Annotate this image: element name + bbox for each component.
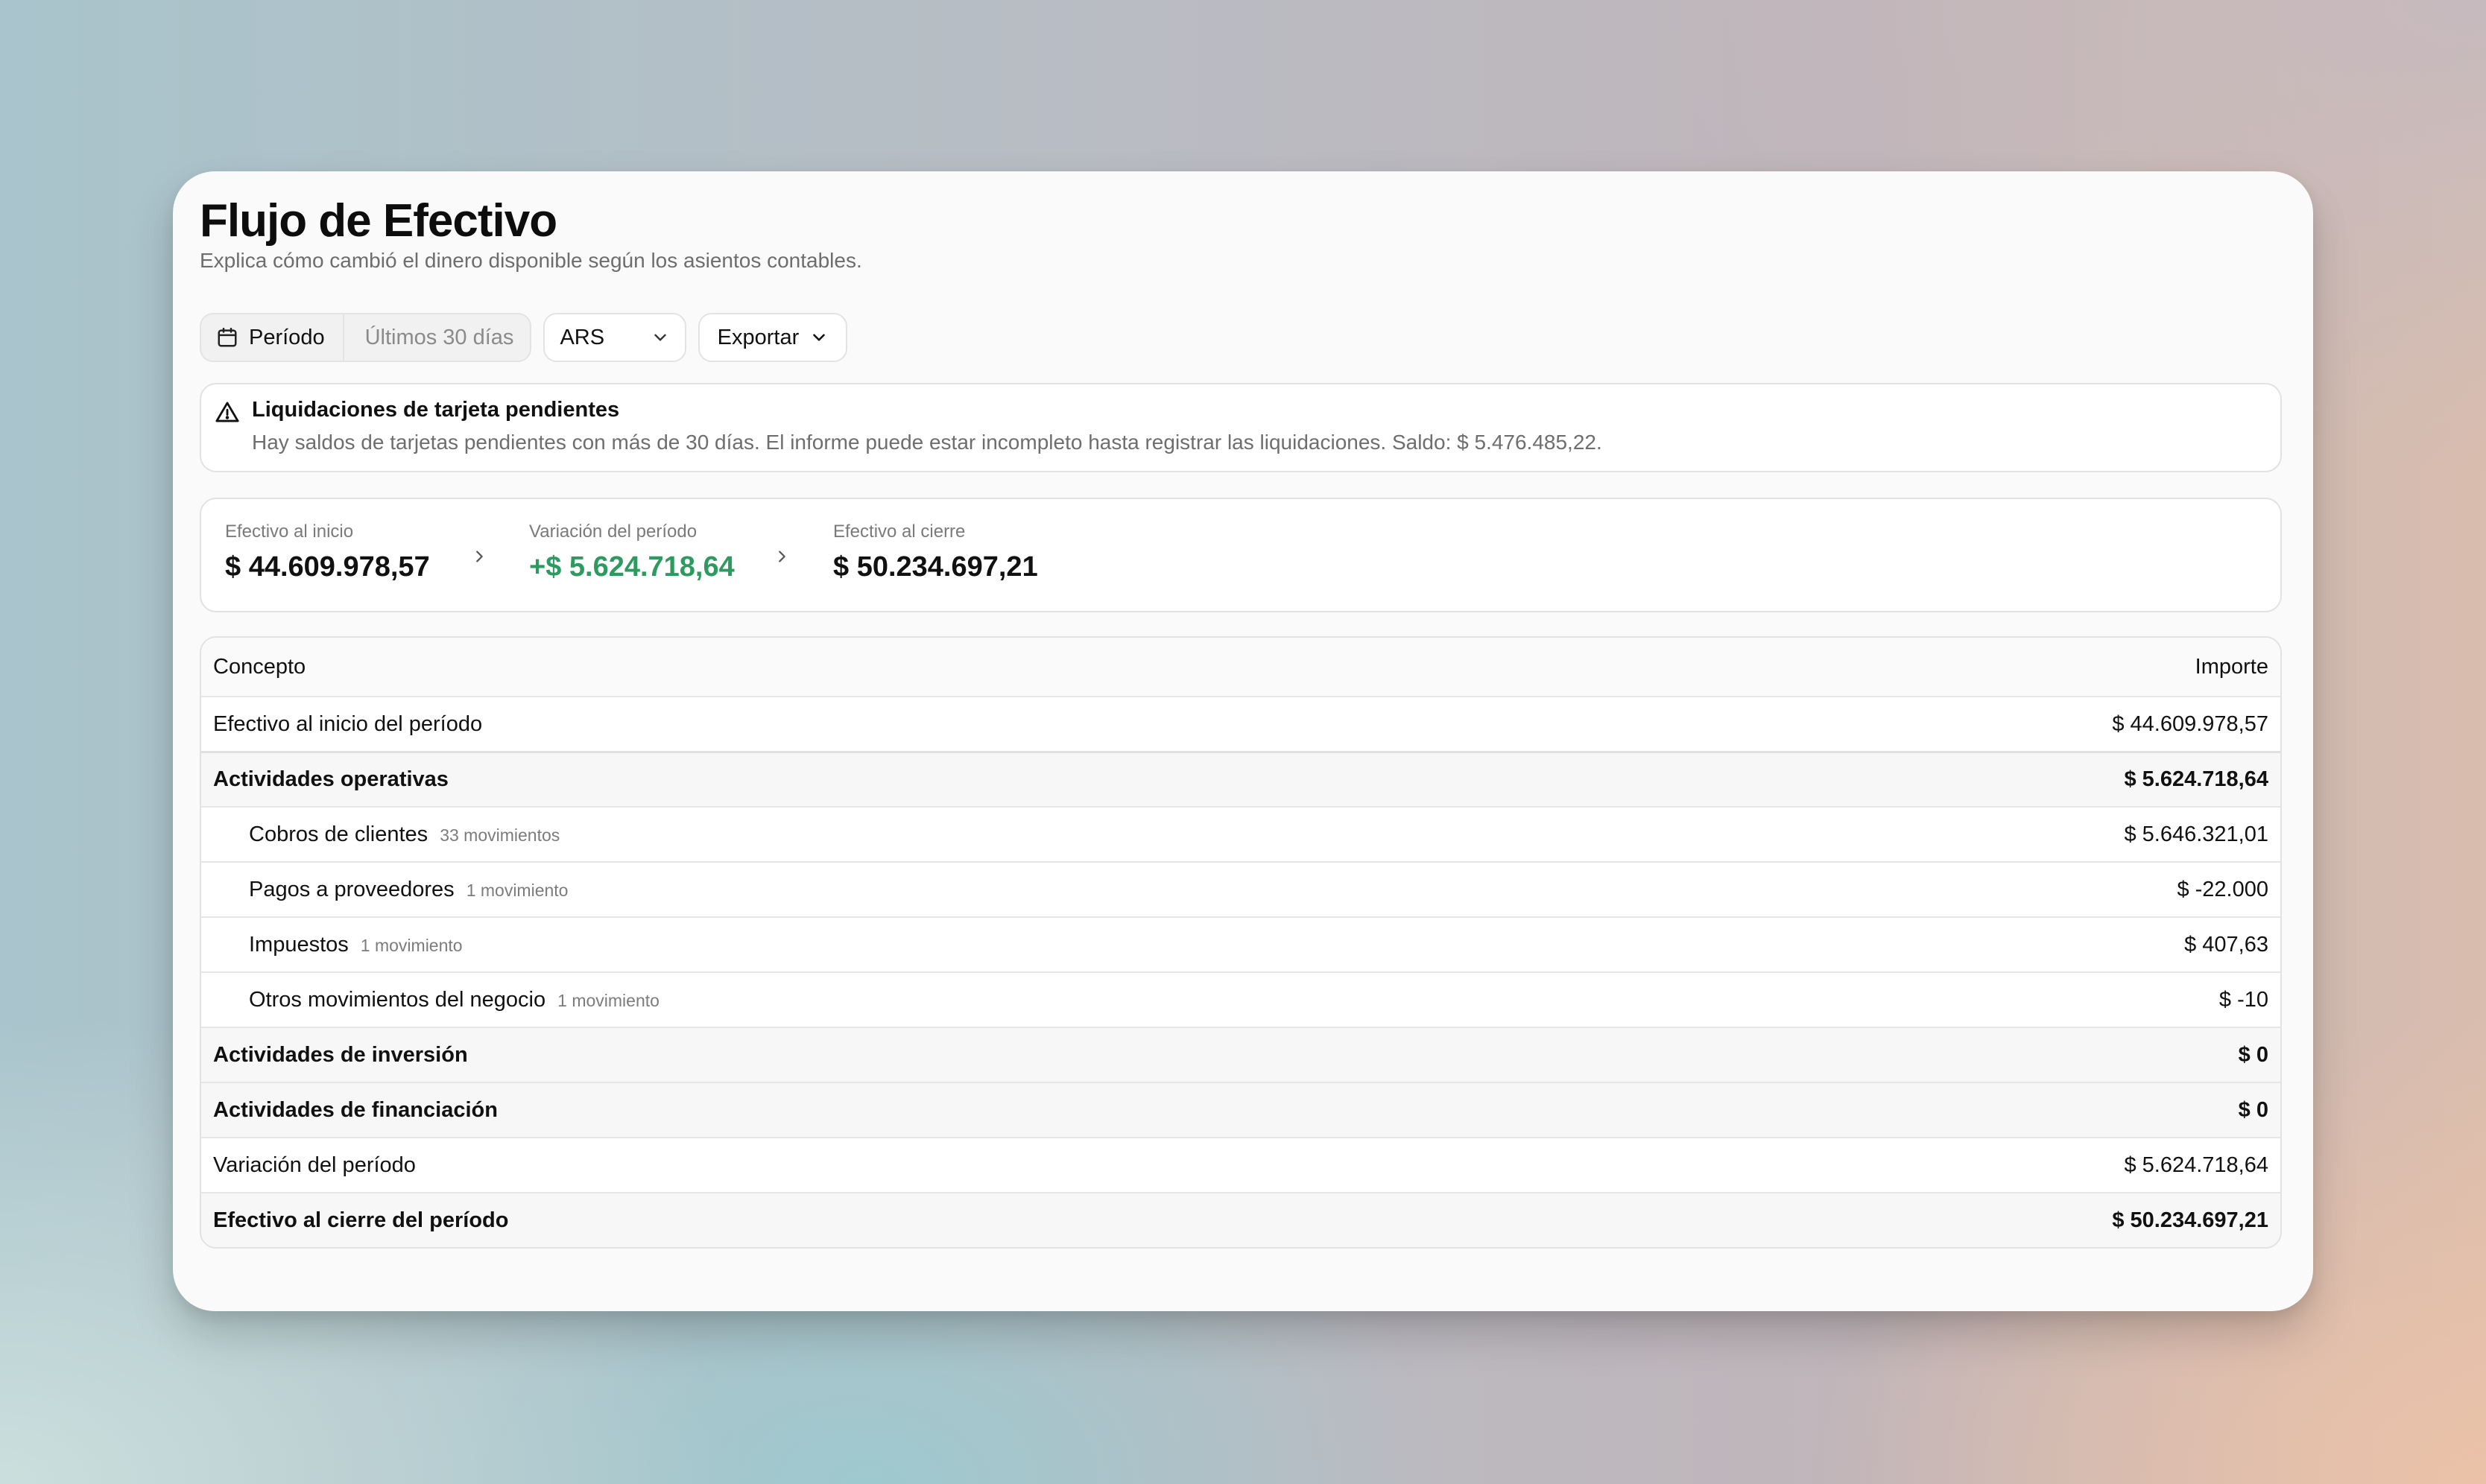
alert-title: Liquidaciones de tarjeta pendientes [252,398,620,422]
chevron-right-icon [779,551,785,562]
column-header-concept: Concepto [213,654,306,679]
row-amount: $ 5.624.718,64 [2124,767,2268,791]
row-amount: $ 44.609.978,57 [2112,711,2268,736]
period-button[interactable]: Período [201,314,344,361]
page-title: Flujo de Efectivo [200,195,557,247]
currency-value: ARS [560,325,605,349]
row-concept: Otros movimientos del negocio 1 movimien… [249,988,660,1012]
summary-start: Efectivo al inicio $ 44.609.978,57 [225,521,430,583]
summary-start-label: Efectivo al inicio [225,521,354,542]
row-movement-count: 1 movimiento [466,880,569,900]
table-row: Cobros de clientes 33 movimientos $ 5.64… [201,806,2280,861]
currency-select[interactable]: ARS [543,313,687,362]
cash-summary: Efectivo al inicio $ 44.609.978,57 Varia… [200,498,2282,612]
row-concept: Actividades de inversión [213,1042,468,1067]
row-amount: $ 407,63 [2184,932,2268,957]
table-row: Actividades de inversión $ 0 [201,1027,2280,1082]
table-row: Impuestos 1 movimiento $ 407,63 [201,916,2280,971]
pending-settlements-alert: Liquidaciones de tarjeta pendientes Hay … [200,383,2282,472]
row-concept: Actividades de financiación [213,1097,498,1122]
row-concept-label: Pagos a proveedores [249,877,455,901]
warning-icon [215,402,239,422]
cash-flow-card: Flujo de Efectivo Explica cómo cambió el… [173,171,2313,1311]
row-concept-label: Otros movimientos del negocio [249,987,546,1012]
period-selector[interactable]: Período Últimos 30 días [200,313,532,362]
row-amount: $ 5.646.321,01 [2124,822,2268,846]
summary-start-value: $ 44.609.978,57 [225,551,430,583]
row-movement-count: 33 movimientos [440,825,560,845]
toolbar: Período Últimos 30 días ARS Exportar [200,313,848,362]
row-concept: Variación del período [213,1152,416,1177]
chevron-right-icon [476,551,483,562]
row-amount: $ 0 [2238,1097,2268,1122]
summary-change-label: Variación del período [529,521,698,542]
alert-body: Hay saldos de tarjetas pendientes con má… [252,431,1602,454]
chevron-down-icon [813,334,826,341]
row-concept: Impuestos 1 movimiento [249,933,463,957]
calendar-icon [218,327,237,347]
row-concept: Pagos a proveedores 1 movimiento [249,878,568,902]
row-concept: Efectivo al inicio del período [213,711,483,736]
summary-change: Variación del período +$ 5.624.718,64 [529,521,735,583]
row-movement-count: 1 movimiento [557,990,660,1010]
row-concept: Actividades operativas [213,767,449,791]
summary-end: Efectivo al cierre $ 50.234.697,21 [833,521,1038,583]
row-concept-label: Cobros de clientes [249,822,428,846]
row-amount: $ 0 [2238,1042,2268,1067]
row-concept-label: Impuestos [249,932,349,957]
table-row: Pagos a proveedores 1 movimiento $ -22.0… [201,861,2280,916]
row-amount: $ -22.000 [2177,877,2268,901]
table-row: Otros movimientos del negocio 1 movimien… [201,971,2280,1027]
row-amount: $ -10 [2218,987,2268,1012]
table-row: Actividades de financiación $ 0 [201,1082,2280,1137]
table-row: Variación del período $ 5.624.718,64 [201,1137,2280,1192]
row-movement-count: 1 movimiento [360,935,463,955]
summary-change-value: +$ 5.624.718,64 [529,551,735,583]
row-amount: $ 5.624.718,64 [2124,1152,2268,1177]
row-concept: Cobros de clientes 33 movimientos [249,822,560,847]
row-amount: $ 50.234.697,21 [2112,1208,2268,1232]
cash-flow-table: Concepto Importe Efectivo al inicio del … [200,636,2282,1249]
summary-end-value: $ 50.234.697,21 [833,551,1038,583]
chevron-down-icon [654,334,667,341]
summary-end-label: Efectivo al cierre [833,521,966,542]
column-header-amount: Importe [2195,654,2268,679]
export-label: Exportar [717,325,800,349]
row-concept: Efectivo al cierre del período [213,1208,509,1232]
table-row: Actividades operativas $ 5.624.718,64 [201,751,2280,806]
period-value[interactable]: Últimos 30 días [344,326,531,350]
table-row: Efectivo al inicio del período $ 44.609.… [201,696,2280,751]
period-label: Período [249,325,325,349]
table-header: Concepto Importe [201,638,2280,696]
table-row: Efectivo al cierre del período $ 50.234.… [201,1192,2280,1247]
export-button[interactable]: Exportar [698,313,848,362]
page-subtitle: Explica cómo cambió el dinero disponible… [200,249,862,272]
